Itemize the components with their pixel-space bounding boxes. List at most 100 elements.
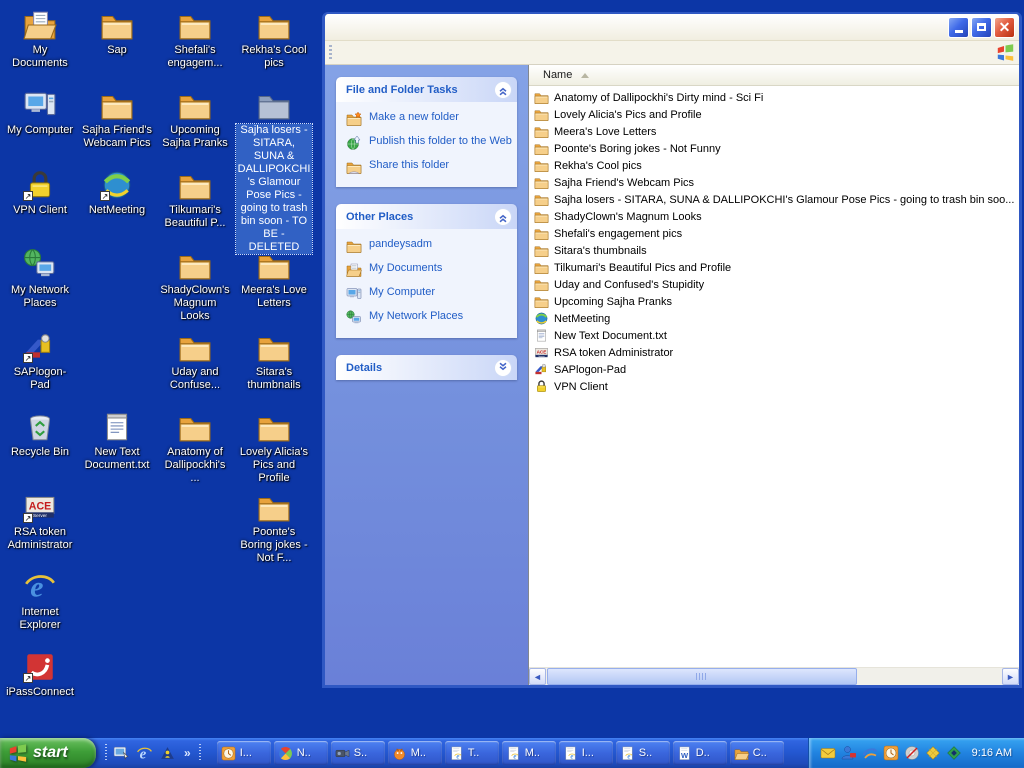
file-row[interactable]: ACEServer RSA token Administrator [529, 344, 1019, 361]
file-row[interactable]: Poonte's Boring jokes - Not Funny [529, 140, 1019, 157]
desktop-icon[interactable]: Sap [80, 8, 154, 57]
desktop-icon[interactable]: e Internet Explorer [3, 570, 77, 632]
minimize-button[interactable] [948, 17, 969, 38]
desktop-icon[interactable]: Upcoming Sajha Pranks [158, 88, 232, 150]
tray-icon[interactable] [925, 745, 941, 761]
taskbar-window-button[interactable]: N.. [274, 741, 328, 765]
desktop-icon[interactable]: iPassConnect [3, 650, 77, 699]
desktop-icon[interactable]: Rekha's Cool pics [237, 8, 311, 70]
file-row[interactable]: Tilkumari's Beautiful Pics and Profile [529, 259, 1019, 276]
desktop-icon[interactable]: ShadyClown's Magnum Looks [158, 248, 232, 323]
taskbar-window-button[interactable]: C.. [730, 741, 784, 765]
taskbar-window-button[interactable]: W D.. [673, 741, 727, 765]
task-link[interactable]: Make a new folder [346, 111, 513, 127]
file-row[interactable]: Anatomy of Dallipockhi's Dirty mind - Sc… [529, 89, 1019, 106]
desktop-icon[interactable]: Tilkumari's Beautiful P... [158, 168, 232, 230]
tray-icon[interactable] [904, 745, 920, 761]
maximize-button[interactable] [971, 17, 992, 38]
taskbar-window-button[interactable]: e I... [559, 741, 613, 765]
section-header[interactable]: File and Folder Tasks [336, 77, 517, 102]
taskbar-window-button[interactable]: e T.. [445, 741, 499, 765]
desktop-icon[interactable]: Recycle Bin [3, 410, 77, 459]
tray-icon[interactable] [820, 745, 836, 761]
place-link[interactable]: My Network Places [346, 310, 513, 326]
file-rows: Anatomy of Dallipockhi's Dirty mind - Sc… [529, 86, 1019, 667]
desktop-icon[interactable]: My Computer [3, 88, 77, 137]
place-link[interactable]: My Computer [346, 286, 513, 302]
desktop-icon[interactable]: ACEServer RSA token Administrator [3, 490, 77, 552]
section-header[interactable]: Other Places [336, 204, 517, 229]
place-link[interactable]: pandeysadm [346, 238, 513, 254]
taskbar-window-button[interactable]: S.. [331, 741, 385, 765]
toolbar-grip-icon[interactable] [329, 45, 332, 61]
quick-launch-icon[interactable]: e [136, 745, 153, 762]
file-row[interactable]: New Text Document.txt [529, 327, 1019, 344]
file-row[interactable]: Upcoming Sajha Pranks [529, 293, 1019, 310]
tray-icon[interactable] [841, 745, 857, 761]
chevron-down-icon[interactable] [494, 359, 512, 377]
file-row[interactable]: ShadyClown's Magnum Looks [529, 208, 1019, 225]
menu-item[interactable] [354, 45, 372, 63]
scrollbar-track[interactable] [546, 668, 1002, 685]
taskbar-button-label: M.. [411, 747, 426, 759]
taskbar-window-button[interactable]: I... [217, 741, 271, 765]
file-row[interactable]: SAPlogon-Pad [529, 361, 1019, 378]
desktop-icon[interactable]: My Documents [3, 8, 77, 70]
menu-item[interactable] [408, 45, 426, 63]
place-link[interactable]: My Documents [346, 262, 513, 278]
task-link[interactable]: Publish this folder to the Web [346, 135, 513, 151]
file-row[interactable]: Sajha Friend's Webcam Pics [529, 174, 1019, 191]
task-link[interactable]: Share this folder [346, 159, 513, 175]
file-row[interactable]: Uday and Confused's Stupidity [529, 276, 1019, 293]
taskbar-button-label: S.. [354, 747, 367, 759]
scroll-left-button[interactable]: ◄ [529, 668, 546, 685]
desktop-icon[interactable]: Shefali's engagem... [158, 8, 232, 70]
file-row[interactable]: NetMeeting [529, 310, 1019, 327]
desktop-icon[interactable]: Sajha losers - SITARA, SUNA & DALLIPOKCH… [237, 88, 311, 254]
file-row[interactable]: Lovely Alicia's Pics and Profile [529, 106, 1019, 123]
file-row[interactable]: Sitara's thumbnails [529, 242, 1019, 259]
quick-launch-icon[interactable] [159, 745, 176, 762]
section-header[interactable]: Details [336, 355, 517, 380]
menu-item[interactable] [426, 45, 444, 63]
desktop-icon[interactable]: New Text Document.txt [80, 410, 154, 472]
chevron-up-icon[interactable] [494, 208, 512, 226]
desktop-icon[interactable]: Anatomy of Dallipockhi's ... [158, 410, 232, 485]
file-row[interactable]: Meera's Love Letters [529, 123, 1019, 140]
desktop-icon[interactable]: Meera's Love Letters [237, 248, 311, 310]
window-titlebar[interactable]: ✕ [325, 14, 1019, 41]
desktop-icon[interactable]: My Network Places [3, 248, 77, 310]
menu-item[interactable] [372, 45, 390, 63]
column-header-name[interactable]: Name [529, 65, 1019, 86]
desktop-icon[interactable]: VPN Client [3, 168, 77, 217]
menu-item[interactable] [390, 45, 408, 63]
menu-items [336, 44, 444, 62]
menu-item[interactable] [336, 45, 354, 63]
scrollbar-thumb[interactable] [547, 668, 857, 685]
desktop-icon[interactable]: Poonte's Boring jokes - Not F... [237, 490, 311, 565]
desktop-icon[interactable]: Uday and Confuse... [158, 330, 232, 392]
file-row[interactable]: VPN Client [529, 378, 1019, 395]
file-row[interactable]: Shefali's engagement pics [529, 225, 1019, 242]
desktop-icon-label: iPassConnect [5, 686, 75, 699]
start-button[interactable]: start [0, 738, 96, 768]
quick-launch-icon[interactable] [113, 745, 130, 762]
tray-icon[interactable] [862, 745, 878, 761]
tray-icon[interactable] [946, 745, 962, 761]
taskbar-window-button[interactable]: e S.. [616, 741, 670, 765]
desktop-icon[interactable]: SAPlogon-Pad [3, 330, 77, 392]
desktop-icon[interactable]: Sajha Friend's Webcam Pics [80, 88, 154, 150]
overflow-chevron-icon[interactable]: » [184, 747, 191, 759]
chevron-up-icon[interactable] [494, 81, 512, 99]
folder-icon [178, 168, 212, 202]
file-row[interactable]: Rekha's Cool pics [529, 157, 1019, 174]
desktop-icon[interactable]: Sitara's thumbnails [237, 330, 311, 392]
desktop-icon[interactable]: Lovely Alicia's Pics and Profile [237, 410, 311, 485]
close-button[interactable]: ✕ [994, 17, 1015, 38]
taskbar-window-button[interactable]: M.. [388, 741, 442, 765]
desktop-icon[interactable]: NetMeeting [80, 168, 154, 217]
tray-icon[interactable] [883, 745, 899, 761]
file-row[interactable]: Sajha losers - SITARA, SUNA & DALLIPOKCH… [529, 191, 1019, 208]
scroll-right-button[interactable]: ► [1002, 668, 1019, 685]
taskbar-window-button[interactable]: e M.. [502, 741, 556, 765]
